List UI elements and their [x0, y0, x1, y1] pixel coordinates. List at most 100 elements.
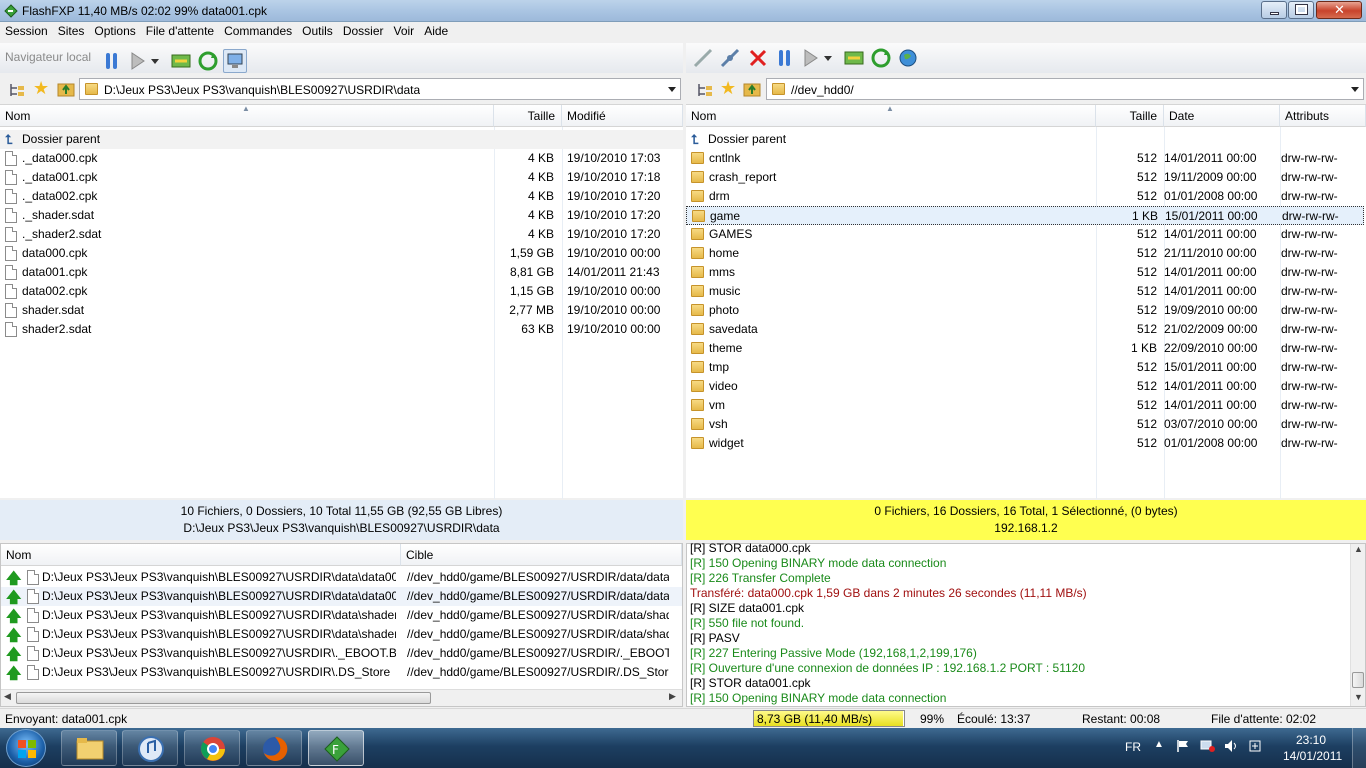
- local-browser-toggle[interactable]: [223, 49, 248, 73]
- tree-view-icon[interactable]: [8, 81, 26, 99]
- site-manager-button[interactable]: [896, 46, 920, 70]
- scroll-up-icon[interactable]: ▲: [1354, 544, 1363, 554]
- menu-view[interactable]: Voir: [389, 22, 420, 42]
- folder-row[interactable]: drm 512 01/01/2008 00:00 drw-rw-rw-: [686, 187, 1364, 206]
- folder-row[interactable]: game 1 KB 15/01/2011 00:00 drw-rw-rw-: [686, 206, 1364, 225]
- log-vertical-scrollbar[interactable]: ▲ ▼: [1350, 544, 1365, 706]
- clock-date[interactable]: 14/01/2011: [1283, 749, 1342, 763]
- folder-row[interactable]: mms 512 14/01/2011 00:00 drw-rw-rw-: [686, 263, 1364, 282]
- col-header-date[interactable]: Date: [1164, 105, 1280, 127]
- folder-row[interactable]: vsh 512 03/07/2010 00:00 drw-rw-rw-: [686, 415, 1364, 434]
- action-center-icon[interactable]: [1248, 739, 1262, 753]
- file-row[interactable]: data001.cpk 8,81 GB 14/01/2011 21:43: [0, 263, 683, 282]
- taskbar-explorer[interactable]: [61, 730, 117, 766]
- queue-item[interactable]: 🡅 D:\Jeux PS3\Jeux PS3\vanquish\BLES0092…: [1, 568, 682, 587]
- folder-row[interactable]: vm 512 14/01/2011 00:00 drw-rw-rw-: [686, 396, 1364, 415]
- queue-col-name[interactable]: Nom: [1, 544, 401, 566]
- folder-row[interactable]: tmp 512 15/01/2011 00:00 drw-rw-rw-: [686, 358, 1364, 377]
- quick-connect-button[interactable]: [718, 46, 742, 70]
- menu-queue[interactable]: File d'attente: [141, 22, 219, 42]
- transfer-button-remote[interactable]: [800, 46, 838, 70]
- parent-folder-row[interactable]: ⮤ Dossier parent: [686, 130, 1366, 149]
- file-row[interactable]: ._shader.sdat 4 KB 19/10/2010 17:20: [0, 206, 683, 225]
- pause-button-remote[interactable]: [773, 46, 797, 70]
- chevron-down-icon[interactable]: [668, 87, 676, 92]
- folder-row[interactable]: video 512 14/01/2011 00:00 drw-rw-rw-: [686, 377, 1364, 396]
- menu-sites[interactable]: Sites: [53, 22, 90, 42]
- folder-row[interactable]: photo 512 19/09/2010 00:00 drw-rw-rw-: [686, 301, 1364, 320]
- taskbar-flashfxp[interactable]: F: [308, 730, 364, 766]
- right-file-list[interactable]: Nom Taille Date Attributs ▲ ⮤ Dossier pa…: [686, 104, 1366, 499]
- taskbar-itunes[interactable]: [122, 730, 178, 766]
- network-icon[interactable]: [1200, 739, 1216, 753]
- scroll-right-icon[interactable]: ▶: [669, 691, 676, 702]
- input-language[interactable]: FR: [1125, 740, 1141, 754]
- queue-item[interactable]: 🡅 D:\Jeux PS3\Jeux PS3\vanquish\BLES0092…: [1, 663, 682, 682]
- folder-row[interactable]: crash_report 512 19/11/2009 00:00 drw-rw…: [686, 168, 1364, 187]
- folder-row[interactable]: GAMES 512 14/01/2011 00:00 drw-rw-rw-: [686, 225, 1364, 244]
- show-desktop-button[interactable]: [1352, 728, 1366, 768]
- disconnect-button[interactable]: [746, 46, 770, 70]
- col-header-attributes[interactable]: Attributs: [1280, 105, 1366, 127]
- minimize-button[interactable]: [1261, 1, 1287, 19]
- transfer-queue[interactable]: Nom Cible 🡅 D:\Jeux PS3\Jeux PS3\vanquis…: [0, 543, 683, 707]
- left-path-text[interactable]: D:\Jeux PS3\Jeux PS3\vanquish\BLES00927\…: [104, 83, 420, 97]
- flag-icon[interactable]: [1176, 739, 1190, 753]
- menu-commands[interactable]: Commandes: [219, 22, 297, 42]
- queue-col-target[interactable]: Cible: [401, 544, 682, 566]
- scroll-left-icon[interactable]: ◀: [4, 691, 11, 702]
- folder-row[interactable]: home 512 21/11/2010 00:00 drw-rw-rw-: [686, 244, 1364, 263]
- menu-session[interactable]: Session: [0, 22, 53, 42]
- favorites-star-icon[interactable]: ★: [720, 78, 736, 99]
- folder-row[interactable]: savedata 512 21/02/2009 00:00 drw-rw-rw-: [686, 320, 1364, 339]
- file-row[interactable]: data000.cpk 1,59 GB 19/10/2010 00:00: [0, 244, 683, 263]
- file-row[interactable]: shader.sdat 2,77 MB 19/10/2010 00:00: [0, 301, 683, 320]
- clock-time[interactable]: 23:10: [1296, 733, 1326, 747]
- file-row[interactable]: ._data001.cpk 4 KB 19/10/2010 17:18: [0, 168, 683, 187]
- taskbar-chrome[interactable]: [184, 730, 240, 766]
- pause-button[interactable]: [100, 49, 124, 73]
- transfer-button[interactable]: [127, 49, 165, 73]
- file-row[interactable]: ._data002.cpk 4 KB 19/10/2010 17:20: [0, 187, 683, 206]
- folder-row[interactable]: theme 1 KB 22/09/2010 00:00 drw-rw-rw-: [686, 339, 1364, 358]
- show-hidden-icons-icon[interactable]: ▲: [1154, 739, 1164, 750]
- queue-horizontal-scrollbar[interactable]: ◀ ▶: [1, 689, 682, 706]
- file-row[interactable]: shader2.sdat 63 KB 19/10/2010 00:00: [0, 320, 683, 339]
- col-header-size[interactable]: Taille: [494, 105, 562, 127]
- maximize-button[interactable]: [1288, 1, 1314, 19]
- tree-view-icon[interactable]: [696, 81, 714, 99]
- favorites-star-icon[interactable]: ★: [33, 78, 49, 99]
- left-path-combobox[interactable]: D:\Jeux PS3\Jeux PS3\vanquish\BLES00927\…: [79, 78, 681, 100]
- menu-folder[interactable]: Dossier: [338, 22, 389, 42]
- scrollbar-thumb[interactable]: [1352, 672, 1364, 688]
- right-path-text[interactable]: //dev_hdd0/: [791, 83, 854, 97]
- queue-item[interactable]: 🡅 D:\Jeux PS3\Jeux PS3\vanquish\BLES0092…: [1, 606, 682, 625]
- taskbar-firefox[interactable]: [246, 730, 302, 766]
- queue-item[interactable]: 🡅 D:\Jeux PS3\Jeux PS3\vanquish\BLES0092…: [1, 587, 682, 606]
- exchange-button-remote[interactable]: [842, 46, 866, 70]
- file-row[interactable]: ._data000.cpk 4 KB 19/10/2010 17:03: [0, 149, 683, 168]
- file-row[interactable]: ._shader2.sdat 4 KB 19/10/2010 17:20: [0, 225, 683, 244]
- refresh-button[interactable]: [196, 49, 220, 73]
- menu-tools[interactable]: Outils: [297, 22, 338, 42]
- menu-options[interactable]: Options: [89, 22, 140, 42]
- parent-folder-row[interactable]: ⮤ Dossier parent: [0, 130, 683, 149]
- folder-row[interactable]: music 512 14/01/2011 00:00 drw-rw-rw-: [686, 282, 1364, 301]
- session-log[interactable]: [R] STOR data000.cpk [R] 150 Opening BINA…: [686, 541, 1366, 707]
- col-header-size[interactable]: Taille: [1096, 105, 1164, 127]
- scrollbar-thumb[interactable]: [16, 692, 431, 704]
- scroll-down-icon[interactable]: ▼: [1354, 692, 1363, 702]
- connect-refresh-button[interactable]: [169, 49, 193, 73]
- left-file-list[interactable]: Nom Taille Modifié ▲ ⮤ Dossier parent ._…: [0, 104, 683, 499]
- file-row[interactable]: data002.cpk 1,15 GB 19/10/2010 00:00: [0, 282, 683, 301]
- refresh-button-remote[interactable]: [869, 46, 893, 70]
- start-button[interactable]: [6, 729, 46, 767]
- close-button[interactable]: ✕: [1316, 1, 1362, 19]
- chevron-down-icon[interactable]: [1351, 87, 1359, 92]
- queue-item[interactable]: 🡅 D:\Jeux PS3\Jeux PS3\vanquish\BLES0092…: [1, 644, 682, 663]
- volume-icon[interactable]: [1224, 739, 1238, 753]
- connect-button[interactable]: [691, 46, 715, 70]
- parent-folder-icon[interactable]: [742, 80, 762, 98]
- menu-help[interactable]: Aide: [419, 22, 453, 42]
- right-path-combobox[interactable]: //dev_hdd0/: [766, 78, 1364, 100]
